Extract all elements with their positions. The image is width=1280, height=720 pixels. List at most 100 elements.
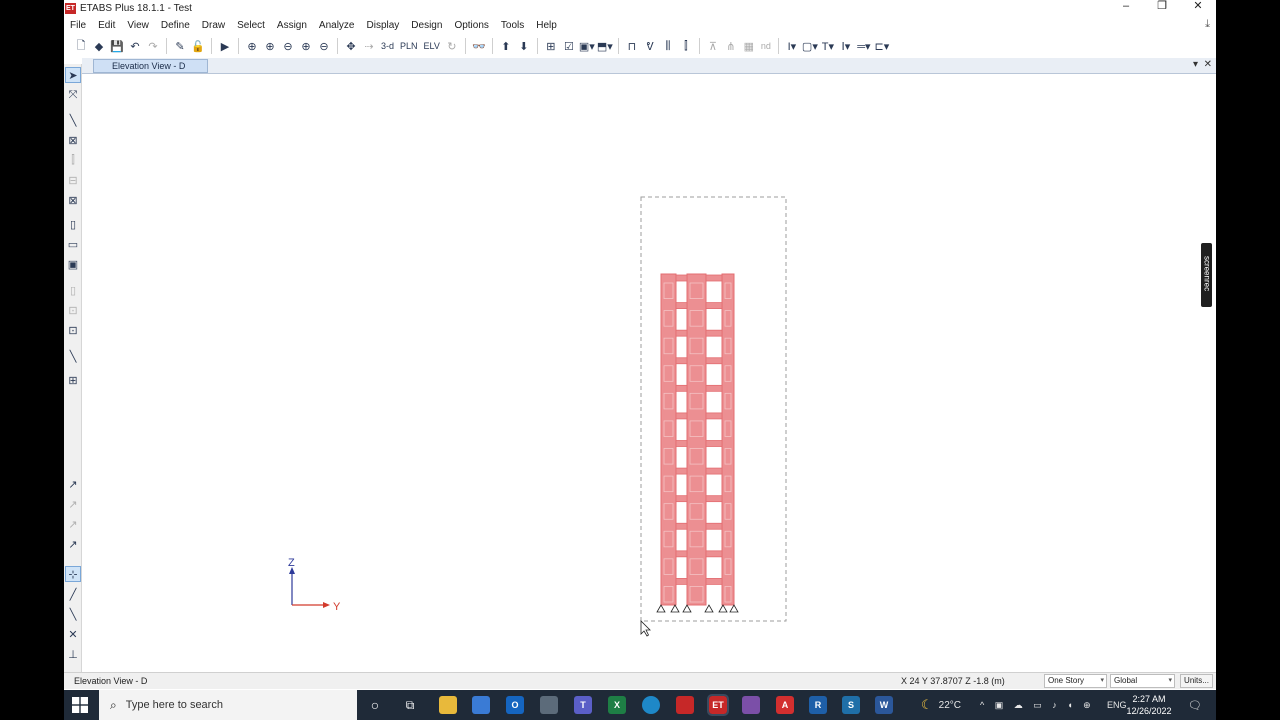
coupling-beam[interactable] xyxy=(675,384,688,392)
tab-elevation-view-d[interactable]: Elevation View - D xyxy=(93,59,208,73)
taskbar-search-box[interactable]: ⌕ Type here to search xyxy=(99,690,357,720)
move-up-icon[interactable]: ⬆ xyxy=(498,38,514,54)
section-line-icon[interactable]: ═▾ xyxy=(856,38,872,54)
download-icon[interactable]: ⤓ xyxy=(1205,18,1210,31)
undeformed-shape-icon[interactable]: ⊓ xyxy=(624,38,640,54)
coupling-beam[interactable] xyxy=(705,550,723,558)
snap-fine-icon[interactable]: ✕ xyxy=(65,626,81,642)
close-view-icon[interactable]: ✕ xyxy=(1204,59,1212,70)
save-icon[interactable]: 💾 xyxy=(109,38,125,54)
menu-tools[interactable]: Tools xyxy=(495,20,530,31)
run-analysis-icon[interactable]: ▶ xyxy=(217,38,233,54)
close-icon[interactable]: ✕ xyxy=(1180,0,1216,14)
draw-wall-icon[interactable]: ▣ xyxy=(65,256,81,272)
coupling-beam[interactable] xyxy=(705,357,723,365)
snap-intersection-icon[interactable]: ↗ xyxy=(65,516,81,532)
screenrec-badge[interactable]: screenrec xyxy=(1201,243,1212,307)
draw-window-icon[interactable]: ⊡ xyxy=(65,322,81,338)
snap-points-icon[interactable]: ↗ xyxy=(65,476,81,492)
menu-help[interactable]: Help xyxy=(530,20,563,31)
coupling-beam[interactable] xyxy=(675,274,688,282)
reshape-icon[interactable]: ⤧ xyxy=(65,87,81,103)
notification-icon[interactable]: 🗨 xyxy=(1188,690,1202,720)
coupling-beam[interactable] xyxy=(675,329,688,337)
snap-extension-icon[interactable]: ⊥ xyxy=(65,646,81,662)
coupling-beam[interactable] xyxy=(675,440,688,447)
coordinate-system-select[interactable]: Global ▾ xyxy=(1110,674,1175,688)
menu-define[interactable]: Define xyxy=(155,20,196,31)
draw-column-icon[interactable]: ⫿ xyxy=(65,152,81,168)
coupling-beam[interactable] xyxy=(705,578,723,585)
restore-icon[interactable]: ❐ xyxy=(1144,0,1180,14)
coupling-beam[interactable] xyxy=(705,384,723,392)
menu-file[interactable]: File xyxy=(64,20,92,31)
menu-view[interactable]: View xyxy=(121,20,155,31)
windows-start-icon[interactable] xyxy=(72,697,88,713)
snap-perpendicular-icon[interactable]: ↗ xyxy=(65,536,81,552)
snap-grid-icon[interactable]: ⊹ xyxy=(65,566,81,582)
nd-button[interactable]: nd xyxy=(759,38,773,54)
excel-icon[interactable]: X xyxy=(608,696,626,714)
zoom-out-icon[interactable]: ⊖ xyxy=(280,38,296,54)
zoom-previous-icon[interactable]: ⊖ xyxy=(316,38,332,54)
move-down-icon[interactable]: ⬇ xyxy=(516,38,532,54)
units-button[interactable]: Units... xyxy=(1180,674,1213,688)
draw-frame-icon[interactable]: ⊠ xyxy=(65,132,81,148)
snap-midpoint-icon[interactable]: ╲ xyxy=(65,606,81,622)
taskbar-clock[interactable]: 2:27 AM 12/26/2022 xyxy=(1124,693,1174,717)
shell-forces-icon[interactable]: ⋔ xyxy=(723,38,739,54)
redo-icon[interactable]: ↷ xyxy=(145,38,161,54)
view-3d-button[interactable]: 3-d xyxy=(379,38,396,54)
lock-model-icon[interactable]: 🔓 xyxy=(190,38,206,54)
coupling-beam[interactable] xyxy=(705,412,723,420)
section-box-icon[interactable]: ▢▾ xyxy=(802,38,818,54)
view-options-icon[interactable]: ⬒▾ xyxy=(597,38,613,54)
coupling-beam[interactable] xyxy=(705,467,723,475)
zoom-in-icon[interactable]: ⊕ xyxy=(262,38,278,54)
wall-pier-3[interactable] xyxy=(721,273,735,606)
draw-rectangle-icon[interactable]: ▭ xyxy=(65,236,81,252)
section-ibox-icon[interactable]: Ⅰ▾ xyxy=(838,38,854,54)
menu-options[interactable]: Options xyxy=(448,20,494,31)
deformed-shape-icon[interactable]: ᕓ xyxy=(642,38,658,54)
draw-joint-icon[interactable]: ╲ xyxy=(65,112,81,128)
model-canvas[interactable]: Z Y xyxy=(83,75,1216,671)
coupling-beam[interactable] xyxy=(675,357,688,365)
show-selection-icon[interactable]: ☑ xyxy=(561,38,577,54)
story-select[interactable]: One Story ▾ xyxy=(1044,674,1107,688)
refresh-window-icon[interactable]: ✎ xyxy=(172,38,188,54)
coupling-beam[interactable] xyxy=(705,495,723,503)
coupling-beam[interactable] xyxy=(675,495,688,503)
draw-beam-icon[interactable]: ⊟ xyxy=(65,172,81,188)
pan-icon[interactable]: ✥ xyxy=(343,38,359,54)
plan-view-button[interactable]: PLN xyxy=(398,38,420,54)
file-explorer-icon[interactable] xyxy=(439,696,457,714)
pdf-icon[interactable] xyxy=(676,696,694,714)
section-t-icon[interactable]: T▾ xyxy=(820,38,836,54)
force-diagram-icon[interactable]: ⫼ xyxy=(660,38,676,54)
draw-brace-icon[interactable]: ⊠ xyxy=(65,192,81,208)
snap-ends-icon[interactable]: ↗ xyxy=(65,496,81,512)
coupling-beam[interactable] xyxy=(705,274,723,282)
elevation-view-button[interactable]: ELV xyxy=(422,38,442,54)
coupling-beam[interactable] xyxy=(705,302,723,309)
stress-diagram-icon[interactable]: ⫿ xyxy=(678,38,694,54)
edge-icon[interactable] xyxy=(642,696,660,714)
etabs-taskbar-icon[interactable]: ET xyxy=(707,694,729,716)
teams-icon[interactable]: T xyxy=(574,696,592,714)
coupling-beam[interactable] xyxy=(675,302,688,309)
coupling-beam[interactable] xyxy=(675,412,688,420)
menu-analyze[interactable]: Analyze xyxy=(313,20,361,31)
open-icon[interactable]: ◆ xyxy=(91,38,107,54)
object-shrink-icon[interactable]: ⊞ xyxy=(543,38,559,54)
coupling-beam[interactable] xyxy=(675,578,688,585)
store-icon[interactable] xyxy=(472,696,490,714)
coupling-beam[interactable] xyxy=(705,522,723,530)
section-channel-icon[interactable]: ⊏▾ xyxy=(874,38,890,54)
zoom-window-icon[interactable]: ⊕ xyxy=(244,38,260,54)
menu-display[interactable]: Display xyxy=(361,20,406,31)
wall-pier-1[interactable] xyxy=(660,273,677,606)
coupling-beam[interactable] xyxy=(705,329,723,337)
cortana-icon[interactable]: ○ xyxy=(366,696,384,714)
tab-menu-icon[interactable]: ▾ xyxy=(1193,59,1198,70)
